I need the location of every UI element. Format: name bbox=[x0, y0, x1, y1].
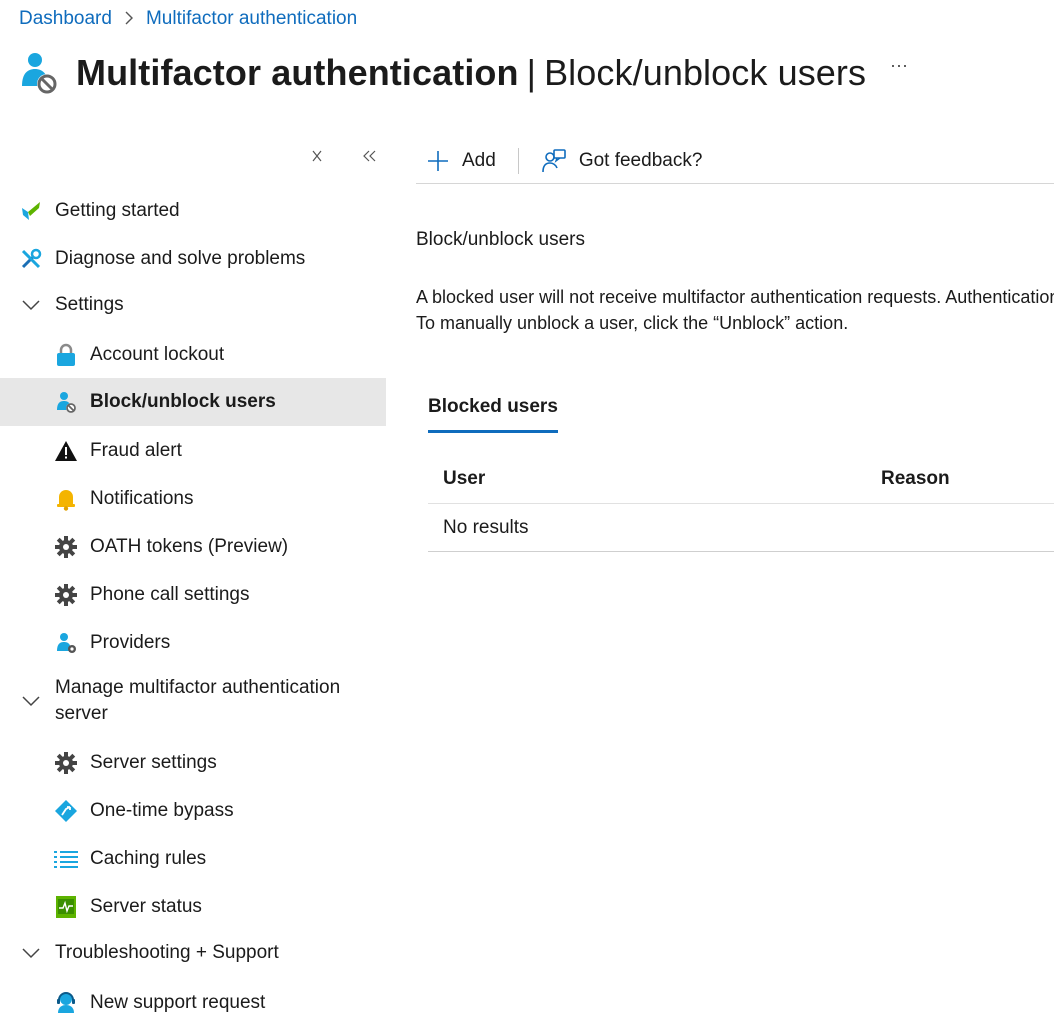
section-title: Block/unblock users bbox=[416, 229, 585, 250]
sidebar-item-phone-call-settings[interactable]: Phone call settings bbox=[0, 571, 386, 619]
sidebar-item-diagnose[interactable]: Diagnose and solve problems bbox=[0, 235, 386, 283]
sidebar-item-label: Caching rules bbox=[90, 848, 207, 869]
sidebar-item-server-status[interactable]: Server status bbox=[0, 883, 386, 931]
chevron-down-icon bbox=[19, 941, 43, 965]
double-chevron-left-icon[interactable] bbox=[357, 144, 381, 168]
sidebar-item-one-time-bypass[interactable]: One-time bypass bbox=[0, 787, 386, 835]
add-button[interactable]: Add bbox=[416, 142, 506, 180]
blocked-users-table: User Reason No results bbox=[428, 454, 1054, 552]
warning-icon bbox=[54, 439, 78, 463]
sidebar-item-label: New support request bbox=[90, 992, 266, 1013]
sidebar-item-label: Getting started bbox=[55, 200, 180, 221]
column-header-reason[interactable]: Reason bbox=[881, 468, 950, 490]
description-line-1: A blocked user will not receive multifac… bbox=[416, 287, 1054, 307]
sidebar-item-label: One-time bypass bbox=[90, 800, 234, 821]
sidebar-item-label: Troubleshooting + Support bbox=[55, 942, 279, 963]
quickstart-icon bbox=[19, 199, 43, 223]
lock-icon bbox=[54, 343, 78, 367]
sidebar-item-label: Account lockout bbox=[90, 344, 225, 365]
sidebar-item-label: Server status bbox=[90, 896, 202, 917]
sidebar-item-label: Block/unblock users bbox=[90, 391, 276, 412]
gear-icon bbox=[54, 535, 78, 559]
user-block-icon bbox=[18, 49, 60, 97]
breadcrumb-mfa-link[interactable]: Multifactor authentication bbox=[146, 8, 357, 30]
table-empty-row: No results bbox=[428, 504, 1054, 552]
sidebar-item-label: Fraud alert bbox=[90, 440, 182, 461]
user-block-icon bbox=[54, 390, 78, 414]
sidebar-item-label: OATH tokens (Preview) bbox=[90, 536, 289, 557]
breadcrumb-dashboard-link[interactable]: Dashboard bbox=[19, 8, 112, 30]
server-status-icon bbox=[54, 895, 78, 919]
sidebar-item-label: Providers bbox=[90, 632, 171, 653]
page-title: Multifactor authentication | Block/unblock… bbox=[76, 52, 866, 94]
chevron-down-icon bbox=[19, 293, 43, 317]
sidebar-item-fraud-alert[interactable]: Fraud alert bbox=[0, 427, 386, 475]
feedback-button-label: Got feedback? bbox=[578, 149, 703, 171]
close-icon[interactable] bbox=[305, 144, 329, 168]
sidebar-item-account-lockout[interactable]: Account lockout bbox=[0, 331, 386, 379]
sidebar-item-label: Manage multifactor authentication server bbox=[55, 677, 341, 724]
sidebar-item-label: Server settings bbox=[90, 752, 217, 773]
sidebar-item-label: Phone call settings bbox=[90, 584, 250, 605]
page-title-sub: Block/unblock users bbox=[544, 52, 867, 93]
sidebar-group-settings[interactable]: Settings bbox=[0, 281, 386, 329]
more-options-button[interactable]: ··· bbox=[888, 56, 910, 78]
page-title-divider: | bbox=[526, 52, 537, 93]
sidebar-item-server-settings[interactable]: Server settings bbox=[0, 739, 386, 787]
sidebar-item-label: Notifications bbox=[90, 488, 194, 509]
list-icon bbox=[54, 847, 78, 871]
sidebar-item-new-support-request[interactable]: New support request bbox=[0, 979, 386, 1027]
add-button-label: Add bbox=[462, 149, 496, 171]
bell-icon bbox=[54, 487, 78, 511]
feedback-icon bbox=[541, 148, 567, 174]
sidebar-item-providers[interactable]: Providers bbox=[0, 619, 386, 667]
command-bar: Add Got feedback? bbox=[416, 138, 1054, 184]
sidebar-item-label: Settings bbox=[55, 294, 124, 315]
empty-state-text: No results bbox=[443, 516, 529, 538]
description: A blocked user will not receive multifac… bbox=[416, 284, 1054, 336]
sidebar-item-notifications[interactable]: Notifications bbox=[0, 475, 386, 523]
chevron-down-icon bbox=[19, 689, 43, 713]
sidebar: Getting started Diagnose and solve probl… bbox=[0, 130, 386, 1029]
description-line-2: To manually unblock a user, click the “U… bbox=[416, 313, 849, 333]
breadcrumb-separator-icon bbox=[112, 9, 146, 30]
column-header-user[interactable]: User bbox=[443, 468, 485, 490]
sidebar-item-block-unblock-users[interactable]: Block/unblock users bbox=[0, 378, 386, 426]
sidebar-item-caching-rules[interactable]: Caching rules bbox=[0, 835, 386, 883]
sidebar-item-label: Diagnose and solve problems bbox=[55, 248, 306, 269]
feedback-button[interactable]: Got feedback? bbox=[531, 142, 713, 180]
breadcrumb: Dashboard Multifactor authentication bbox=[19, 6, 357, 32]
page-header: Multifactor authentication | Block/unblock… bbox=[18, 44, 866, 102]
page-title-main: Multifactor authentication bbox=[76, 52, 519, 93]
tab-blocked-users[interactable]: Blocked users bbox=[428, 393, 558, 433]
sidebar-item-getting-started[interactable]: Getting started bbox=[0, 187, 386, 235]
plus-icon bbox=[426, 149, 450, 173]
sidebar-group-manage-mfa-server[interactable]: Manage multifactor authentication server bbox=[0, 675, 386, 733]
bypass-icon bbox=[54, 799, 78, 823]
sidebar-group-troubleshooting[interactable]: Troubleshooting + Support bbox=[0, 929, 386, 977]
gear-icon bbox=[54, 751, 78, 775]
table-header: User Reason bbox=[428, 454, 1054, 504]
sidebar-item-oath-tokens[interactable]: OATH tokens (Preview) bbox=[0, 523, 386, 571]
user-gear-icon bbox=[54, 631, 78, 655]
toolbar-divider bbox=[517, 147, 519, 174]
gear-icon bbox=[54, 583, 78, 607]
sidebar-controls bbox=[305, 144, 381, 168]
support-icon bbox=[54, 991, 78, 1015]
wrench-icon bbox=[19, 247, 43, 271]
